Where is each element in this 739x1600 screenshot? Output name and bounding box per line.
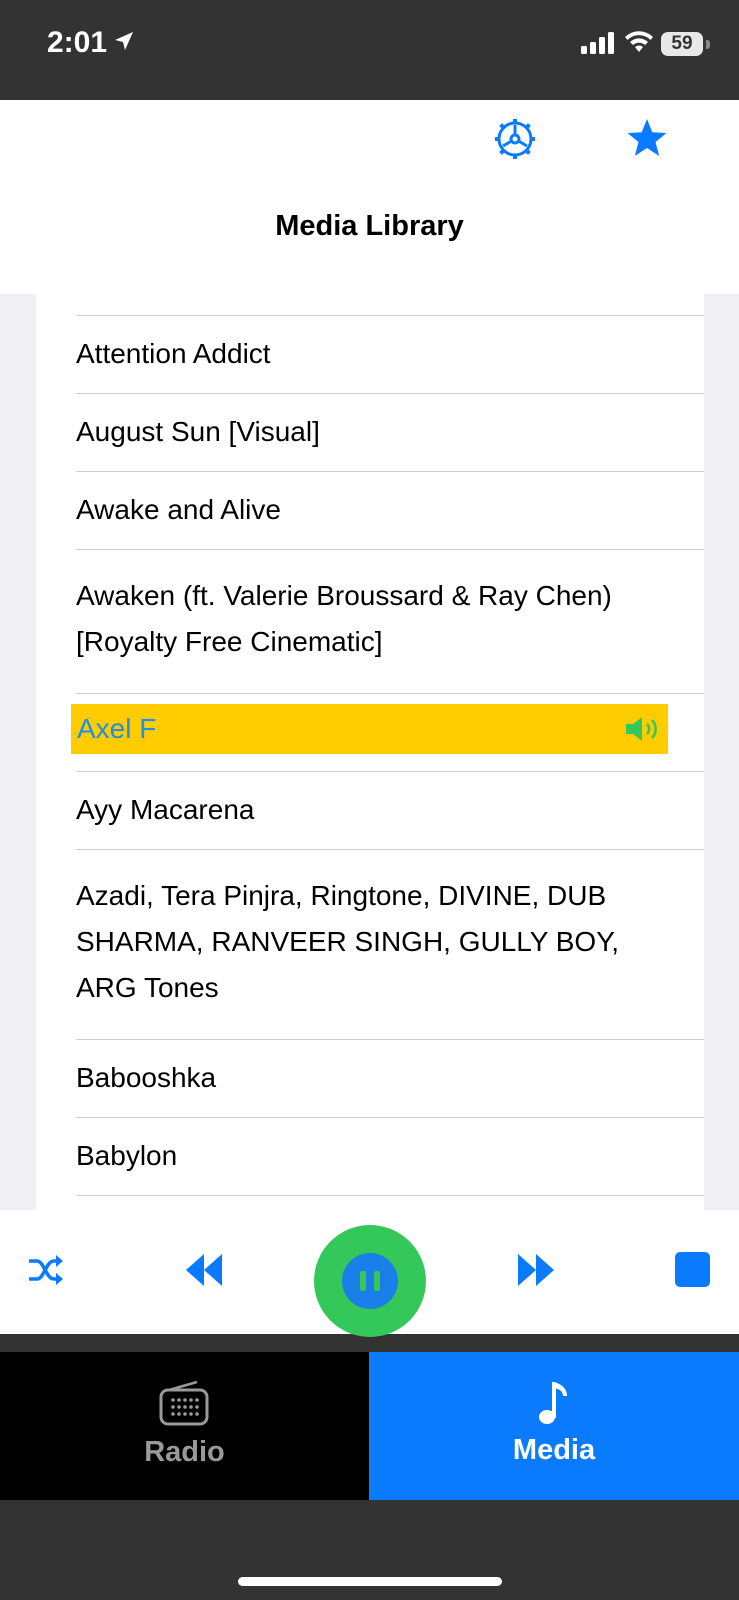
list-item[interactable]: Awake and Alive [36,471,704,549]
fast-forward-icon[interactable] [516,1252,556,1288]
song-title-line: Azadi, Tera Pinjra, Ringtone, DIVINE, DU… [76,880,607,911]
battery-nub [706,40,710,49]
song-title: Awake and Alive [76,494,281,525]
pause-bar-left [360,1271,366,1291]
rewind-icon[interactable] [184,1252,224,1288]
tab-radio-label: Radio [144,1436,225,1468]
battery-icon: 59 [661,32,703,56]
signal-icon [581,32,614,54]
pause-icon [342,1253,398,1309]
divider [76,1195,704,1196]
song-title: Babylon [76,1140,178,1171]
gear-icon[interactable] [493,117,537,161]
list-item[interactable]: Attention Addict [36,315,704,393]
song-title: Ayy Macarena [76,794,255,825]
home-indicator[interactable] [238,1577,502,1586]
list-item[interactable]: Azadi, Tera Pinjra, Ringtone, DIVINE, DU… [36,849,704,1039]
speaker-icon [626,717,657,741]
list-item[interactable]: Ayy Macarena [36,771,704,849]
song-title-line: ARG Tones [76,972,219,1003]
song-title-line: Awaken (ft. Valerie Broussard & Ray Chen… [76,580,612,611]
song-title: August Sun [Visual] [76,416,320,447]
list-item[interactable]: Awaken (ft. Valerie Broussard & Ray Chen… [36,549,704,693]
list-item-now-playing[interactable]: Axel F [36,693,704,771]
tab-bar: Radio Media [0,1352,739,1500]
stop-icon[interactable] [675,1252,710,1287]
shuffle-icon[interactable] [27,1252,65,1288]
radio-icon [159,1380,209,1426]
status-bar: 2:01 59 [0,0,739,100]
player-controls [0,1210,739,1337]
song-title: Attention Addict [76,338,271,369]
media-list[interactable]: Attention Addict August Sun [Visual] Awa… [0,294,739,1210]
tab-radio[interactable]: Radio [0,1352,369,1500]
wifi-icon [625,31,653,52]
song-title-line: SHARMA, RANVEER SINGH, GULLY BOY, [76,926,620,957]
song-title: Babooshka [76,1062,217,1093]
location-arrow-icon [115,32,133,50]
song-title-line: [Royalty Free Cinematic] [76,626,383,657]
list-item[interactable]: August Sun [Visual] [36,393,704,471]
pause-button[interactable] [314,1225,426,1337]
song-title: Axel F [77,713,157,744]
tab-media[interactable]: Media [369,1352,739,1500]
now-playing-highlight: Axel F [71,704,668,754]
page-title: Media Library [275,210,464,242]
status-time: 2:01 [47,26,108,59]
tab-media-label: Media [512,1434,596,1466]
media-list-card: Attention Addict August Sun [Visual] Awa… [36,294,704,1210]
star-icon[interactable] [625,117,669,161]
list-item[interactable]: Babylon [36,1117,704,1195]
pause-bar-right [374,1271,380,1291]
music-note-icon [539,1382,567,1424]
list-item[interactable]: Babooshka [36,1039,704,1117]
